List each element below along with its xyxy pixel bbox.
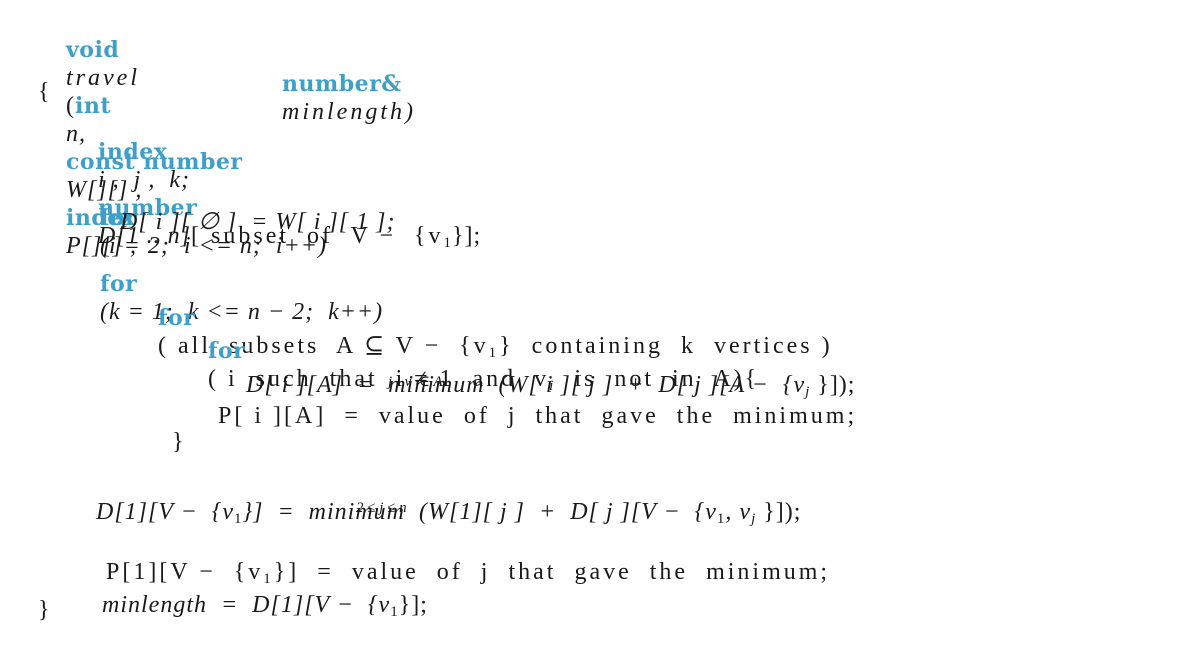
code-listing: void travel (int n, const number W[][] ,… [0,0,1192,650]
close-brace: } [38,597,51,623]
minimum-range-subscript: 2 ≤ j ≤ n [356,500,407,516]
code-line-minlength-assign: minlength = D[1][V − {v1}]; [102,592,428,620]
minimum-subscript: j : v ∈ A [388,374,443,390]
function-name: travel [66,65,140,91]
keyword-number-ref: number& [282,71,402,97]
keyword-void: void [66,37,120,63]
code-line-p-value: P[ i ][A] = value of j that gave the min… [218,403,858,429]
keyword-index: index [98,139,168,165]
close-brace-inner: } [172,429,185,455]
code-line-init-d: D[ i ][ ∅ ] = W[ i ][ 1 ]; [120,209,396,235]
open-brace: { [38,79,51,105]
